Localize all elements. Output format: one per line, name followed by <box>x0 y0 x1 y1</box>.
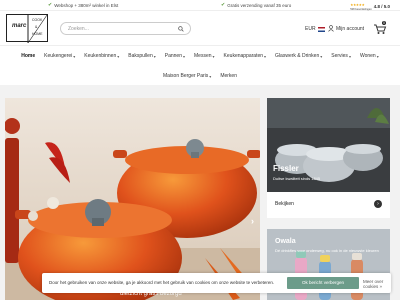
fissler-title: Fissler <box>273 164 299 173</box>
usp-shipping: ✔ Gratis verzending vanaf 35 euro <box>221 2 291 8</box>
flag-nl-icon <box>317 26 325 32</box>
logo-cook: COOK <box>32 18 43 22</box>
check-icon: ✔ <box>48 2 53 8</box>
nav-item-servies[interactable]: Servies ▾ <box>331 53 351 59</box>
nav-item-label: Servies <box>331 53 348 59</box>
cookie-text: Door het gebruiken van onze website, ga … <box>49 280 275 285</box>
hero-image-cookware <box>5 98 260 300</box>
nav-item-pannen[interactable]: Pannen ▾ <box>165 53 185 59</box>
chevron-down-icon: ▾ <box>73 53 76 59</box>
check-icon: ✔ <box>221 2 226 8</box>
logo-graphic <box>27 15 48 43</box>
search-icon[interactable] <box>178 26 184 32</box>
nav-item-bakspullen[interactable]: Bakspullen ▾ <box>128 53 155 59</box>
logo-home: HOME <box>32 32 43 36</box>
nav-item-home[interactable]: Home <box>21 53 35 59</box>
search-placeholder: Zoeken... <box>68 26 89 32</box>
chevron-down-icon: ▾ <box>117 53 120 59</box>
user-icon <box>328 25 334 32</box>
nav-item-label: Wonen <box>359 53 376 59</box>
review-score: 4.8 / 5.0 <box>373 4 390 9</box>
account-link[interactable]: Mijn account <box>328 25 364 32</box>
nav-item-keukenapparaten[interactable]: Keukenapparaten ▾ <box>224 53 267 59</box>
nav-row-secondary: Maison Berger Paris ▾ Merken <box>0 73 400 79</box>
nav-item-label: Maison Berger Paris <box>163 73 209 79</box>
owala-title: Owala <box>275 238 296 245</box>
nav-item-keukengerei[interactable]: Keukengerei ▾ <box>44 53 75 59</box>
nav-item-label: Keukenapparaten <box>223 53 264 59</box>
star-rating-icon: ★★★★★ <box>350 3 365 7</box>
usp-store: ✔ Webshop + 380m² winkel in Elst <box>48 2 118 8</box>
nav-item-label: Keukenbinnen <box>84 53 117 59</box>
logo[interactable]: marc COOK & HOME <box>6 14 48 43</box>
arrow-right-icon[interactable]: › <box>374 200 382 208</box>
nav-item-keukenbinnen[interactable]: Keukenbinnen ▾ <box>84 53 119 59</box>
promo-card-fissler[interactable]: Fissler Duitse kwaliteit sinds 1845 Beki… <box>267 98 390 218</box>
chevron-down-icon: ▾ <box>320 53 323 59</box>
nav-item-label: Home <box>21 53 36 59</box>
nav-item-label: Merken <box>220 73 237 79</box>
fissler-subtitle: Duitse kwaliteit sinds 1845 <box>273 176 321 181</box>
nav-item-label: Messen <box>194 53 212 59</box>
chevron-right-icon[interactable]: › <box>251 216 257 226</box>
hero-banner[interactable]: › dietzicht gratis bezorgd <box>5 98 260 300</box>
nav-item-label: Pannen <box>164 53 182 59</box>
cart-button[interactable]: 0 <box>373 21 387 35</box>
chevron-down-icon: ▾ <box>264 53 267 59</box>
cart-count: 0 <box>382 21 386 25</box>
chevron-down-icon: ▾ <box>348 53 351 59</box>
logo-and: & <box>35 25 38 29</box>
nav-item-wonen[interactable]: Wonen ▾ <box>360 53 379 59</box>
chevron-down-icon: ▾ <box>153 53 156 59</box>
nav-item-messen[interactable]: Messen ▾ <box>194 53 215 59</box>
nav-row-primary: Home Keukengerei ▾ Keukenbinnen ▾ Bakspullen ▾… <box>0 53 400 59</box>
main-navigation: Home Keukengerei ▾ Keukenbinnen ▾ Bakspullen ▾… <box>0 45 400 85</box>
nav-item-merken[interactable]: Merken <box>220 73 237 79</box>
chevron-down-icon: ▾ <box>183 53 186 59</box>
cookie-banner: Door het gebruiken van onze website, ga … <box>42 273 391 293</box>
cookie-more-link[interactable]: Meer over cookies » <box>363 279 391 289</box>
usp-shipping-text: Gratis verzending vanaf 35 euro <box>227 2 292 8</box>
chevron-down-icon: ▾ <box>376 53 379 59</box>
header: marc COOK & HOME Zoeken... EUR Mijn acco… <box>0 11 400 45</box>
nav-item-glaswerk-drinken[interactable]: Glaswerk & Drinken ▾ <box>275 53 322 59</box>
chevron-down-icon: ▾ <box>212 53 215 59</box>
usp-store-text: Webshop + 380m² winkel in Elst <box>54 2 119 8</box>
logo-name: marc <box>12 23 27 29</box>
nav-item-label: Bakspullen <box>128 53 153 59</box>
currency-selector[interactable]: EUR <box>305 26 325 32</box>
top-bar: ✔ Webshop + 380m² winkel in Elst ✔ Grati… <box>0 0 400 11</box>
nav-item-label: Keukengerei <box>44 53 73 59</box>
fissler-link[interactable]: Bekijken <box>275 201 294 207</box>
nav-item-maison-berger-paris[interactable]: Maison Berger Paris ▾ <box>163 73 211 79</box>
search-input[interactable]: Zoeken... <box>60 22 191 35</box>
account-label: Mijn account <box>336 25 365 32</box>
owala-subtitle: Dé drinkfles voor onderweg, nu ook in de… <box>275 248 379 253</box>
currency-label: EUR <box>305 26 316 32</box>
nav-item-label: Glaswerk & Drinken <box>275 53 320 59</box>
cookie-accept-button[interactable]: Ok bericht verbergen <box>287 277 359 289</box>
review-rating[interactable]: ★★★★★ 538 beoordelingen 4.8 / 5.0 <box>350 2 390 11</box>
chevron-down-icon: ▾ <box>209 73 212 79</box>
